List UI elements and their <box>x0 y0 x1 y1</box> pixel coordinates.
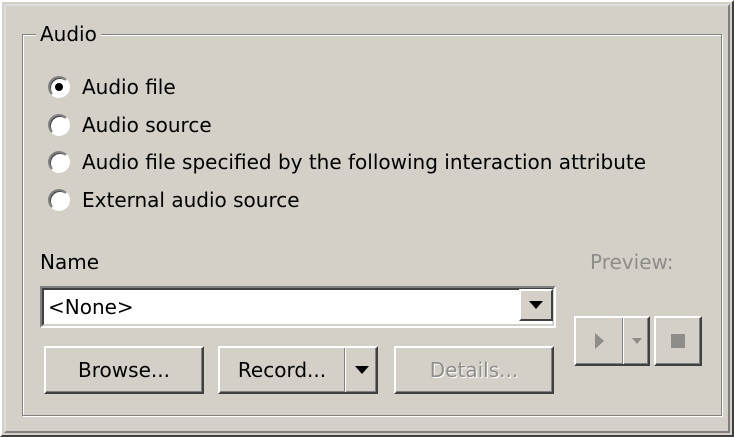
radio-audio-source-label: Audio source <box>82 113 212 137</box>
audio-group-title: Audio <box>36 20 101 48</box>
preview-label: Preview: <box>590 250 674 274</box>
record-dropdown-button[interactable] <box>348 348 376 392</box>
radio-audio-source[interactable]: Audio source <box>48 110 212 140</box>
radio-audio-file-attribute[interactable]: Audio file specified by the following in… <box>48 147 646 177</box>
preview-dropdown-button[interactable] <box>626 318 648 364</box>
details-button-label: Details... <box>429 358 519 382</box>
radio-audio-file[interactable]: Audio file <box>48 72 176 102</box>
name-combobox-value: <None> <box>48 295 134 319</box>
radio-unchecked-icon[interactable] <box>48 151 70 173</box>
record-button-label: Record... <box>237 358 327 382</box>
radio-audio-file-attribute-label: Audio file specified by the following in… <box>82 150 647 174</box>
radio-checked-icon[interactable] <box>48 76 70 98</box>
name-combobox[interactable]: <None> <box>40 286 556 328</box>
chevron-down-icon <box>632 338 642 344</box>
details-button[interactable]: Details... <box>394 346 554 394</box>
combobox-dropdown-button[interactable] <box>519 289 553 321</box>
stop-icon <box>671 334 685 348</box>
chevron-down-icon <box>355 366 369 374</box>
radio-external-audio-source-label: External audio source <box>82 188 300 212</box>
record-button[interactable]: Record... <box>218 346 378 394</box>
chevron-down-icon <box>529 301 543 309</box>
radio-unchecked-icon[interactable] <box>48 114 70 136</box>
preview-stop-button[interactable] <box>654 316 702 366</box>
preview-play-button[interactable] <box>574 316 650 366</box>
radio-unchecked-icon[interactable] <box>48 189 70 211</box>
browse-button-label: Browse... <box>78 358 170 382</box>
play-icon <box>594 333 604 349</box>
radio-audio-file-label: Audio file <box>82 75 176 99</box>
browse-button[interactable]: Browse... <box>44 346 204 394</box>
name-label: Name <box>40 250 100 274</box>
radio-external-audio-source[interactable]: External audio source <box>48 185 300 215</box>
